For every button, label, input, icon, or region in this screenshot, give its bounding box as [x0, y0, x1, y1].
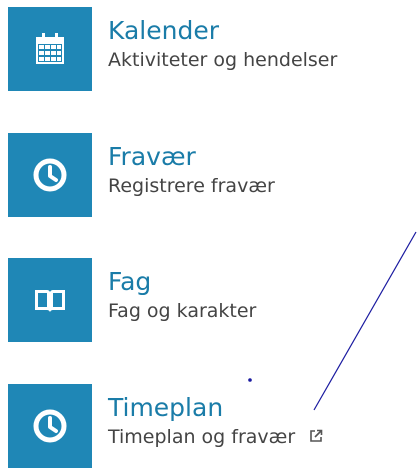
menu-item-fravaer[interactable]: Fravær Registrere fravær: [8, 133, 275, 217]
menu-item-subtitle: Fag og karakter: [108, 300, 257, 322]
menu-text-fag[interactable]: Fag Fag og karakter: [108, 258, 256, 324]
menu-item-title[interactable]: Timeplan: [108, 393, 323, 423]
menu-text-fravaer[interactable]: Fravær Registrere fravær: [108, 133, 275, 199]
calendar-icon: [35, 33, 65, 65]
menu-item-timeplan[interactable]: Timeplan Timeplan og fravær: [8, 384, 323, 468]
menu-item-title[interactable]: Fag: [108, 267, 256, 297]
clock-icon: [33, 158, 67, 192]
menu-item-subtitle: Registrere fravær: [108, 175, 275, 197]
clock-icon: [33, 409, 67, 443]
menu-tile-fag[interactable]: [8, 258, 92, 342]
menu-item-kalender[interactable]: Kalender Aktiviteter og hendelser: [8, 7, 337, 91]
menu-tile-timeplan[interactable]: [8, 384, 92, 468]
menu-tile-kalender[interactable]: [8, 7, 92, 91]
menu-text-timeplan[interactable]: Timeplan Timeplan og fravær: [108, 384, 323, 450]
menu-item-subtitle-row: Timeplan og fravær: [108, 424, 323, 450]
external-link-icon[interactable]: [309, 424, 323, 450]
menu-text-kalender[interactable]: Kalender Aktiviteter og hendelser: [108, 7, 337, 73]
book-icon: [33, 287, 67, 313]
menu-list: Kalender Aktiviteter og hendelser Fravær…: [0, 0, 417, 468]
menu-item-title[interactable]: Fravær: [108, 142, 275, 172]
menu-tile-fravaer[interactable]: [8, 133, 92, 217]
menu-item-subtitle: Aktiviteter og hendelser: [108, 49, 338, 71]
menu-item-fag[interactable]: Fag Fag og karakter: [8, 258, 256, 342]
menu-item-subtitle: Timeplan og fravær: [108, 426, 296, 448]
menu-item-title[interactable]: Kalender: [108, 16, 337, 46]
